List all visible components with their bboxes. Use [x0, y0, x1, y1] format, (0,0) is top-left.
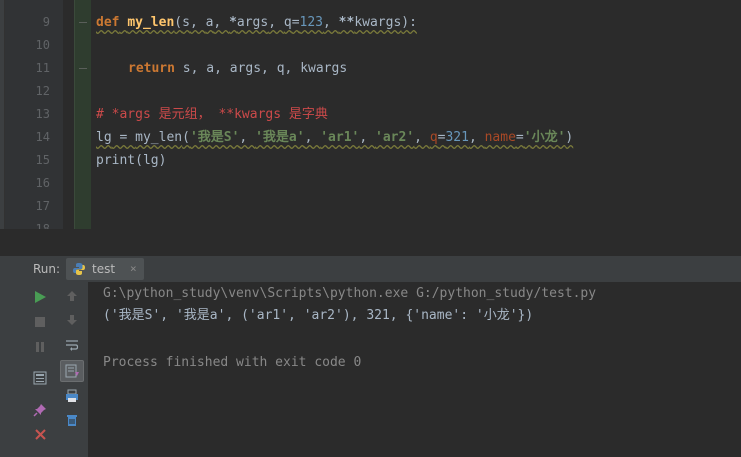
- paren: (: [182, 130, 190, 145]
- pause-button[interactable]: [29, 337, 51, 357]
- scroll-to-end-button[interactable]: [60, 360, 84, 382]
- line-number: 15: [35, 153, 50, 167]
- kwarg-name: q: [429, 130, 438, 145]
- code-line-def[interactable]: def my_len(s, a, *args, q=123, **kwargs)…: [96, 11, 417, 34]
- keyword-def: def: [96, 15, 120, 30]
- string: '小龙': [523, 130, 566, 145]
- kwarg-name: name: [484, 130, 516, 145]
- separator: ,: [268, 15, 284, 30]
- fold-gutter[interactable]: [74, 0, 91, 229]
- return-values: s, a, args, q, kwargs: [174, 61, 348, 76]
- layout-icon: [33, 371, 47, 385]
- line-number-gutter: 9 10 11 12 13 14 15 16 17 18: [5, 0, 63, 229]
- paren: ):: [401, 15, 417, 30]
- separator: ,: [414, 130, 430, 145]
- console-command-line: G:\python_study\venv\Scripts\python.exe …: [103, 286, 597, 301]
- pin-icon: [33, 404, 46, 417]
- close-button[interactable]: [29, 424, 51, 444]
- code-editor[interactable]: 9 10 11 12 13 14 15 16 17 18 def my_len(…: [0, 0, 741, 229]
- number: 321: [445, 130, 469, 145]
- string: 'ar2': [375, 130, 415, 145]
- clear-all-button[interactable]: [61, 410, 83, 430]
- line-number: 16: [35, 176, 50, 190]
- keyword-return: return: [128, 61, 175, 76]
- param: kwargs: [354, 15, 402, 30]
- line-number: 18: [35, 222, 50, 229]
- param: args: [236, 15, 269, 30]
- pin-button[interactable]: [29, 400, 51, 420]
- line-number: 14: [35, 130, 50, 144]
- up-button[interactable]: [61, 286, 83, 306]
- param: q: [283, 15, 292, 30]
- code-line-return[interactable]: return s, a, args, q, kwargs: [128, 57, 347, 80]
- separator: ,: [323, 15, 339, 30]
- function-name: my_len: [127, 15, 175, 30]
- star-op: *: [229, 15, 237, 30]
- line-number: 9: [42, 15, 50, 29]
- arrow-down-icon: [67, 315, 77, 325]
- param: s: [182, 15, 190, 30]
- fold-marker[interactable]: [79, 22, 87, 23]
- down-button[interactable]: [61, 310, 83, 330]
- fold-marker[interactable]: [79, 68, 87, 69]
- code-line-print[interactable]: print(lg): [96, 149, 166, 172]
- separator: ,: [468, 130, 485, 145]
- line-number: 13: [35, 107, 50, 121]
- line-number: 11: [35, 61, 50, 75]
- line-number: 12: [35, 84, 50, 98]
- string: '我是S': [189, 130, 240, 145]
- run-console[interactable]: G:\python_study\venv\Scripts\python.exe …: [89, 282, 741, 457]
- console-exit-line: Process finished with exit code 0: [103, 355, 362, 370]
- separator: ,: [213, 15, 230, 30]
- run-panel-header: Run: test ×: [0, 255, 741, 283]
- scroll-to-end-icon: [65, 364, 79, 378]
- stop-icon: [35, 317, 45, 327]
- paren: ): [565, 130, 574, 145]
- separator: ,: [239, 130, 256, 145]
- assign-op: =: [111, 130, 136, 145]
- play-icon: [35, 291, 46, 303]
- close-icon[interactable]: ×: [130, 258, 137, 280]
- run-toolbar-secondary: [56, 282, 89, 457]
- arrow-up-icon: [67, 291, 77, 301]
- code-line-comment[interactable]: # *args 是元组， **kwargs 是字典: [96, 103, 328, 126]
- trash-icon: [67, 415, 77, 426]
- line-number: 17: [35, 199, 50, 213]
- equals: =: [515, 130, 524, 145]
- line-number: 10: [35, 38, 50, 52]
- python-icon: [73, 263, 85, 275]
- number: 123: [299, 15, 324, 30]
- separator: ,: [359, 130, 376, 145]
- paren: (: [174, 15, 183, 30]
- print-icon: [66, 389, 78, 402]
- string: 'ar1': [320, 130, 360, 145]
- print-button[interactable]: [61, 386, 83, 406]
- layout-button[interactable]: [29, 368, 51, 388]
- close-icon: [34, 428, 46, 440]
- string: '我是a': [255, 130, 305, 145]
- stop-button[interactable]: [29, 312, 51, 332]
- run-toolbar-primary: [0, 282, 57, 457]
- soft-wrap-icon: [66, 340, 79, 351]
- run-tab-test[interactable]: test ×: [66, 258, 144, 280]
- run-tab-label: test: [92, 262, 116, 276]
- variable: lg: [96, 130, 112, 145]
- rerun-button[interactable]: [29, 287, 51, 307]
- code-line-call[interactable]: lg = my_len('我是S', '我是a', 'ar1', 'ar2', …: [96, 126, 573, 149]
- pause-icon: [36, 342, 44, 352]
- soft-wrap-button[interactable]: [61, 335, 83, 355]
- function-call: my_len: [135, 130, 183, 145]
- equals: =: [291, 15, 300, 30]
- console-output-line: ('我是S', '我是a', ('ar1', 'ar2'), 321, {'na…: [103, 308, 534, 323]
- separator: ,: [304, 130, 321, 145]
- run-label: Run:: [33, 262, 61, 276]
- separator: ,: [189, 15, 206, 30]
- star-op: **: [338, 15, 355, 30]
